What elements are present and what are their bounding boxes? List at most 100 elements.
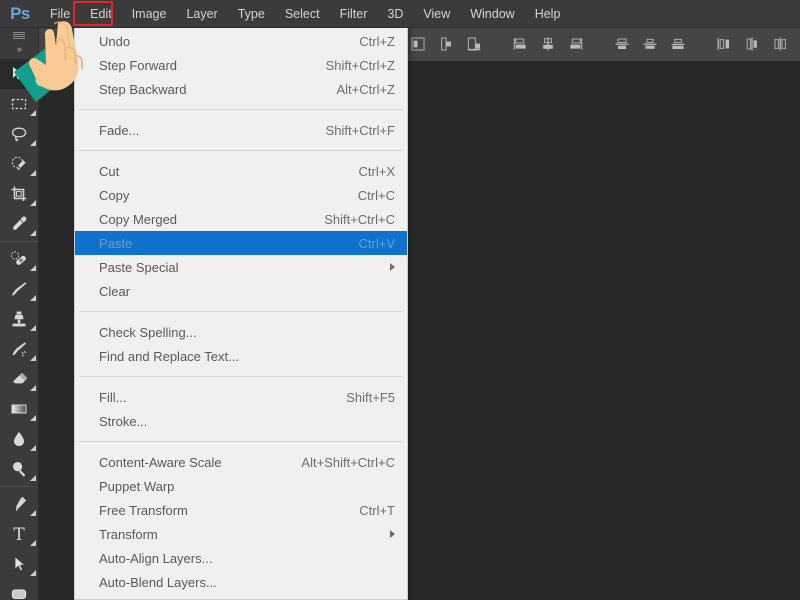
menu-item-cut[interactable]: Cut Ctrl+X [75,159,407,183]
menu-item-paste[interactable]: Paste Ctrl+V [75,231,407,255]
quick-selection-tool[interactable] [0,149,38,179]
menu-section-fill: Fill... Shift+F5 Stroke... [75,382,407,436]
align-right-edges-icon[interactable] [463,33,485,55]
spot-healing-brush-tool[interactable] [0,244,38,274]
history-brush-tool[interactable] [0,334,38,364]
rectangle-tool[interactable] [0,579,38,600]
distribute-bottom-edges-icon[interactable] [667,33,689,55]
menu-item-label: Auto-Align Layers... [99,551,212,566]
menu-item-label: Puppet Warp [99,479,174,494]
menu-item-fade[interactable]: Fade... Shift+Ctrl+F [75,118,407,142]
flyout-triangle-icon [30,445,36,451]
dodge-tool[interactable] [0,454,38,484]
menu-item-label: Paste [99,236,132,251]
photoshop-logo: Ps [0,0,40,27]
menu-item-label: Fade... [99,123,139,138]
flyout-triangle-icon [30,295,36,301]
eyedropper-tool[interactable] [0,209,38,239]
distribute-top-edges-icon[interactable] [611,33,633,55]
menu-section-fade: Fade... Shift+Ctrl+F [75,115,407,145]
tool-group-selection [0,57,38,242]
menu-item-shortcut: Ctrl+Z [339,34,395,49]
menu-item-label: Stroke... [99,414,147,429]
menu-item-auto-blend-layers[interactable]: Auto-Blend Layers... [75,570,407,594]
menu-3d[interactable]: 3D [377,0,413,27]
menu-help[interactable]: Help [525,0,571,27]
crop-tool[interactable] [0,179,38,209]
menu-file[interactable]: File [40,0,80,27]
menu-item-transform[interactable]: Transform [75,522,407,546]
svg-text:T: T [13,525,25,544]
eraser-tool[interactable] [0,364,38,394]
menu-filter[interactable]: Filter [330,0,378,27]
menu-item-shortcut: Alt+Shift+Ctrl+C [281,455,395,470]
pen-tool[interactable] [0,489,38,519]
menu-item-step-backward[interactable]: Step Backward Alt+Ctrl+Z [75,77,407,101]
menu-window[interactable]: Window [460,0,524,27]
blur-tool[interactable] [0,424,38,454]
menu-view[interactable]: View [413,0,460,27]
menu-item-label: Step Backward [99,82,186,97]
menu-item-undo[interactable]: Undo Ctrl+Z [75,29,407,53]
menu-item-clear[interactable]: Clear [75,279,407,303]
menu-item-label: Check Spelling... [99,325,197,340]
menu-edit[interactable]: Edit [80,0,122,27]
flyout-triangle-icon [30,325,36,331]
menu-item-label: Auto-Blend Layers... [99,575,217,590]
distribute-horizontal-centers-icon[interactable] [741,33,763,55]
flyout-triangle-icon [30,415,36,421]
clone-stamp-tool[interactable] [0,304,38,334]
menu-image[interactable]: Image [122,0,177,27]
gradient-tool[interactable] [0,394,38,424]
menu-item-step-forward[interactable]: Step Forward Shift+Ctrl+Z [75,53,407,77]
horizontal-type-tool[interactable]: T [0,519,38,549]
menu-item-copy-merged[interactable]: Copy Merged Shift+Ctrl+C [75,207,407,231]
align-bottom-edges-icon[interactable] [565,33,587,55]
menu-item-shortcut: Ctrl+X [339,164,395,179]
rectangular-marquee-tool[interactable] [0,89,38,119]
menu-item-label: Clear [99,284,130,299]
menu-select[interactable]: Select [275,0,330,27]
align-vertical-group [506,33,590,55]
menu-item-check-spelling[interactable]: Check Spelling... [75,320,407,344]
align-vertical-centers-icon[interactable] [537,33,559,55]
move-tool[interactable] [0,59,38,89]
menu-item-copy[interactable]: Copy Ctrl+C [75,183,407,207]
menu-item-label: Content-Aware Scale [99,455,222,470]
menu-type[interactable]: Type [228,0,275,27]
distribute-right-edges-icon[interactable] [769,33,791,55]
menu-item-puppet-warp[interactable]: Puppet Warp [75,474,407,498]
menu-item-label: Free Transform [99,503,188,518]
menu-item-find-and-replace-text[interactable]: Find and Replace Text... [75,344,407,368]
distribute-vertical-centers-icon[interactable] [639,33,661,55]
menu-item-auto-align-layers[interactable]: Auto-Align Layers... [75,546,407,570]
menu-separator [79,441,403,442]
flyout-triangle-icon [30,230,36,236]
distribute-left-edges-icon[interactable] [713,33,735,55]
menu-item-paste-special[interactable]: Paste Special [75,255,407,279]
align-top-edges-icon[interactable] [509,33,531,55]
menu-item-shortcut: Shift+Ctrl+C [304,212,395,227]
align-edges-group [404,33,488,55]
tools-panel-collapse-button[interactable]: » [0,41,38,57]
menu-item-shortcut: Ctrl+V [339,236,395,251]
menu-item-shortcut: Ctrl+T [339,503,395,518]
align-left-edges-icon[interactable] [407,33,429,55]
tools-panel-drag-handle[interactable] [0,27,38,41]
menu-item-label: Copy Merged [99,212,177,227]
menu-separator [79,311,403,312]
menu-item-fill[interactable]: Fill... Shift+F5 [75,385,407,409]
menu-separator [79,150,403,151]
menu-item-label: Paste Special [99,260,179,275]
flyout-triangle-icon [30,170,36,176]
menu-item-label: Copy [99,188,129,203]
menu-item-free-transform[interactable]: Free Transform Ctrl+T [75,498,407,522]
lasso-tool[interactable] [0,119,38,149]
brush-tool[interactable] [0,274,38,304]
menu-item-stroke[interactable]: Stroke... [75,409,407,433]
path-selection-tool[interactable] [0,549,38,579]
align-horizontal-centers-icon[interactable] [435,33,457,55]
menu-item-content-aware-scale[interactable]: Content-Aware Scale Alt+Shift+Ctrl+C [75,450,407,474]
menu-layer[interactable]: Layer [176,0,227,27]
menu-item-shortcut: Shift+Ctrl+F [306,123,395,138]
